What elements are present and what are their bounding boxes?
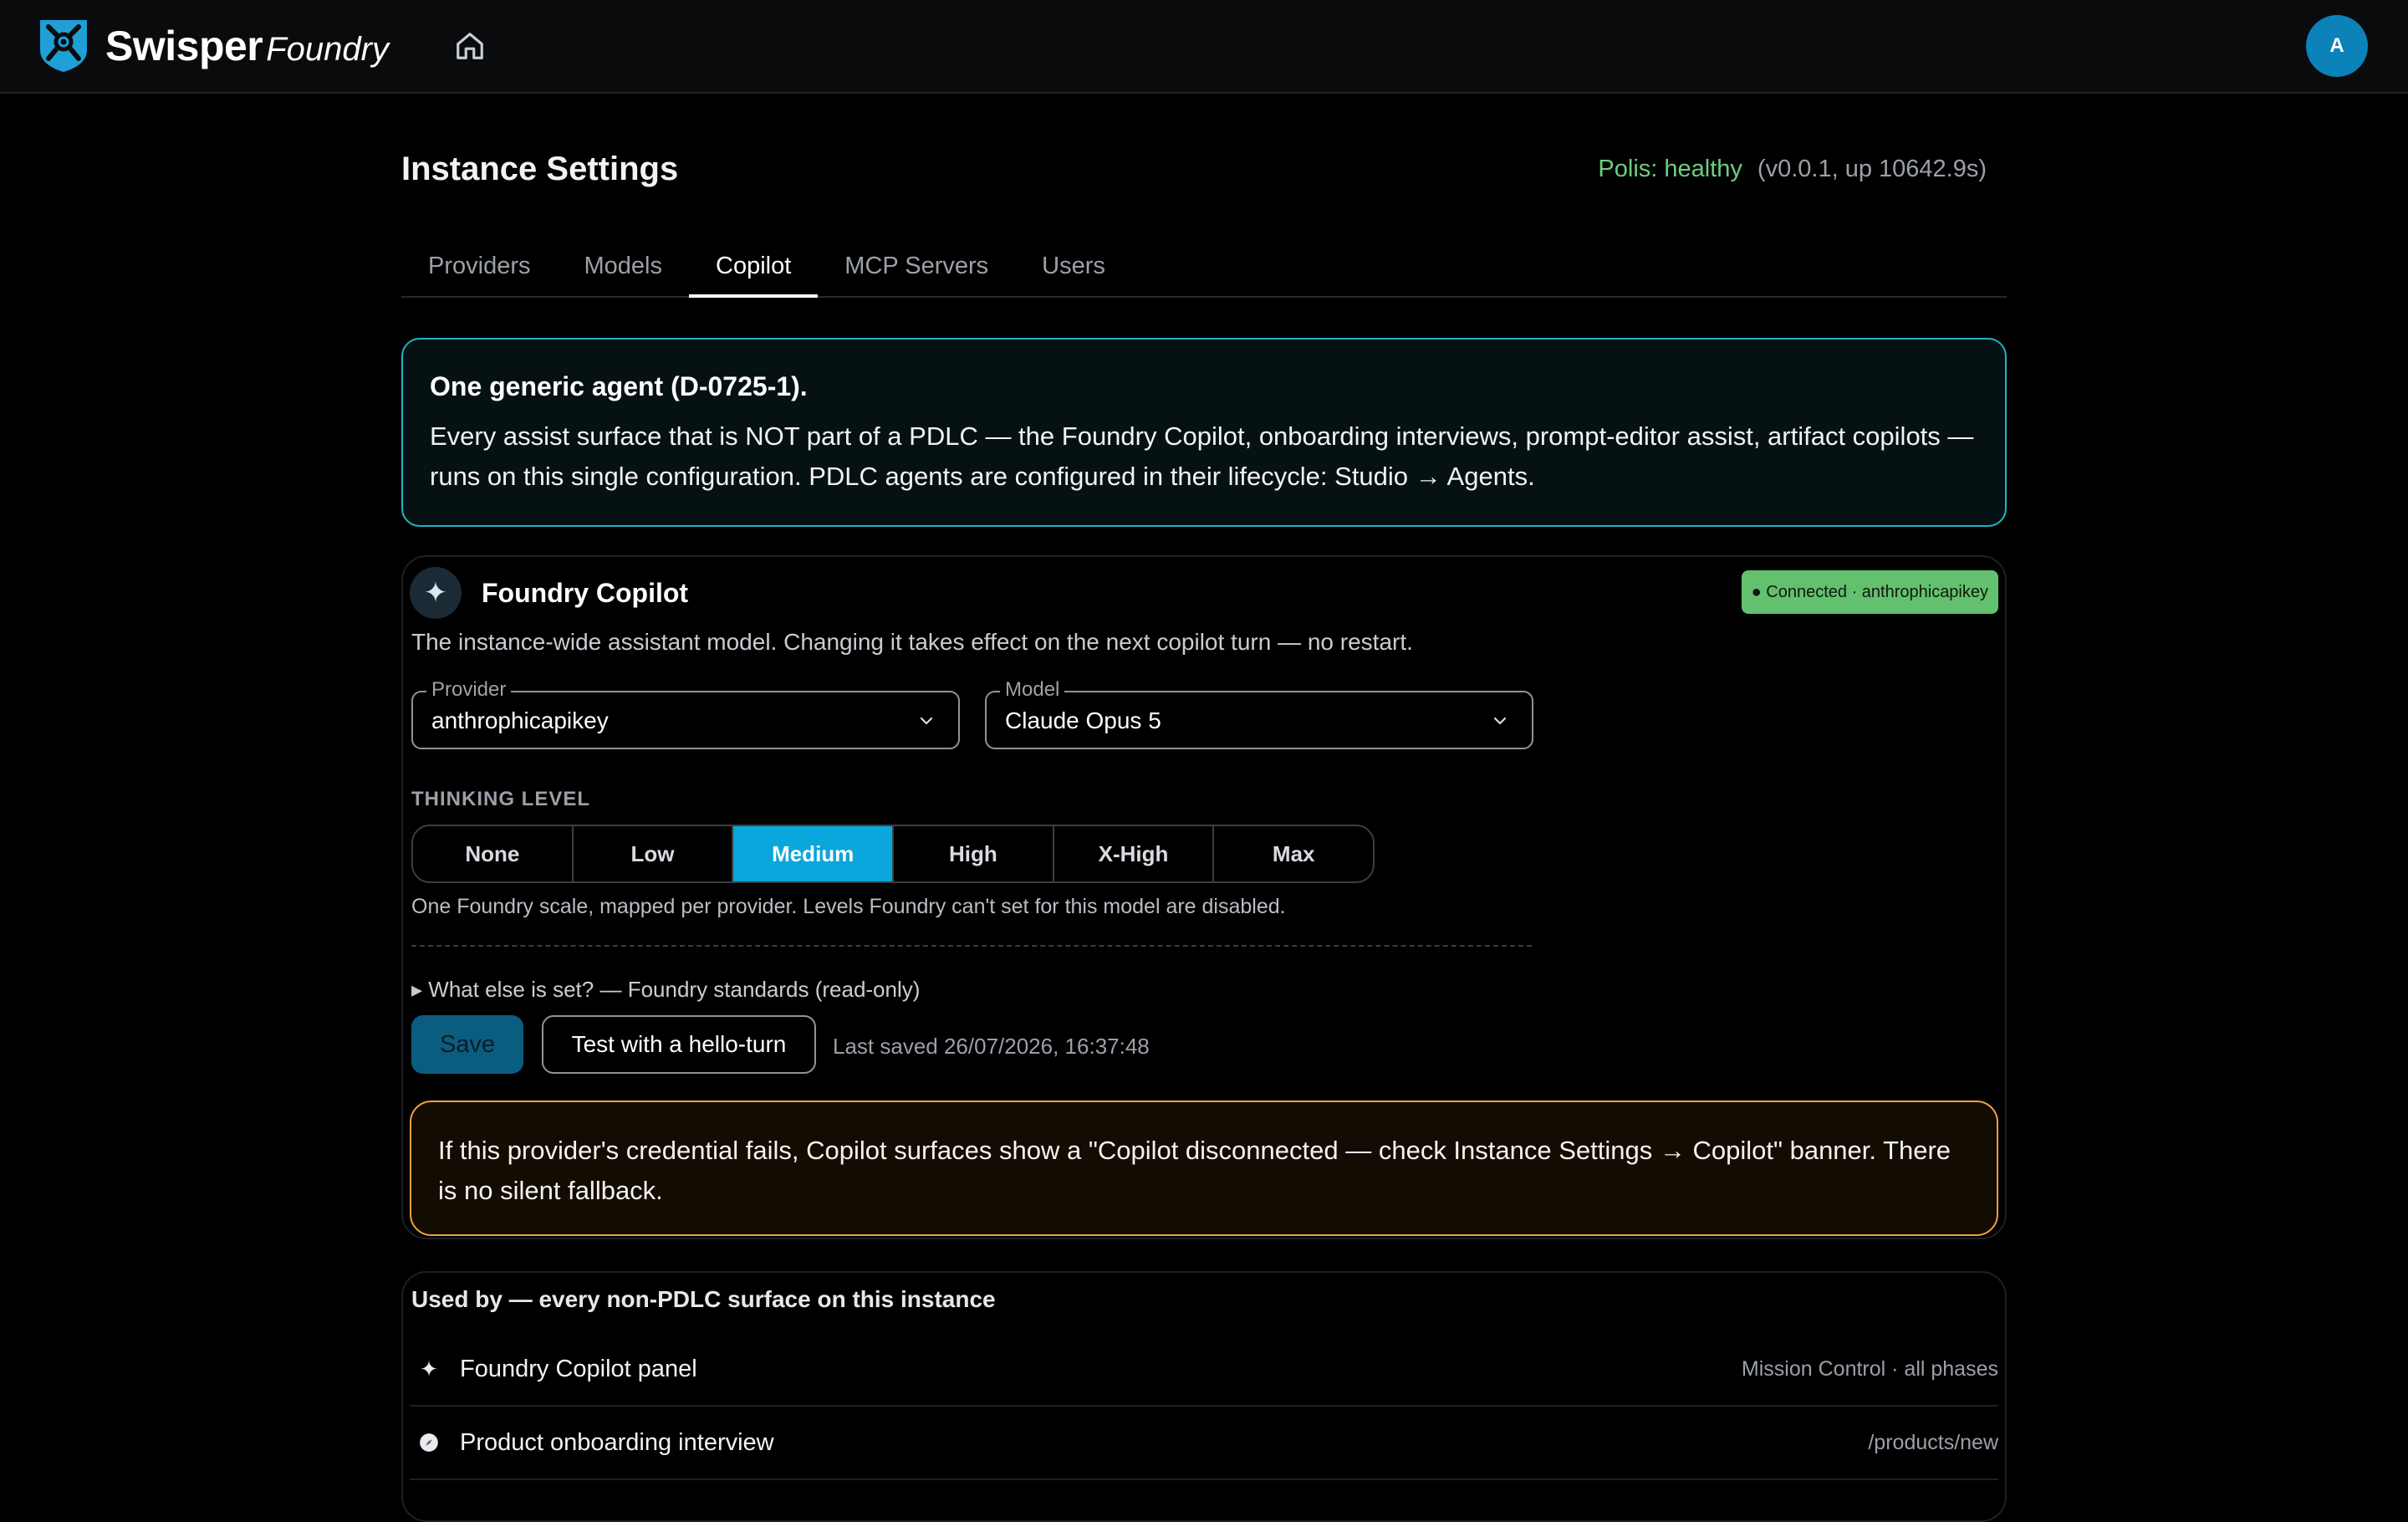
last-saved-timestamp: Last saved 26/07/2026, 16:37:48	[833, 1034, 1150, 1059]
provider-value: anthrophicapikey	[431, 707, 609, 733]
copilot-card: ✦ Foundry Copilot ● Connected · anthroph…	[401, 555, 2007, 1239]
tab-users[interactable]: Users	[1015, 236, 1132, 296]
top-bar: Swisper Foundry A	[0, 0, 2408, 94]
standards-disclosure[interactable]: ▸ What else is set? — Foundry standards …	[411, 977, 920, 1003]
thinking-option-medium[interactable]: Medium	[733, 826, 895, 881]
used-by-label: Product onboarding interview	[460, 1428, 774, 1456]
provider-select[interactable]: Provider anthrophicapikey	[411, 677, 960, 749]
fallback-warning-banner: If this provider's credential fails, Cop…	[410, 1101, 1998, 1236]
used-by-label: Foundry Copilot panel	[460, 1355, 697, 1382]
save-button[interactable]: Save	[411, 1015, 523, 1074]
thinking-option-high[interactable]: High	[894, 826, 1054, 881]
brand-name: Swisper	[105, 23, 263, 69]
used-by-card: Used by — every non-PDLC surface on this…	[401, 1271, 2007, 1522]
model-select[interactable]: Model Claude Opus 5	[985, 677, 1533, 749]
user-avatar[interactable]: A	[2306, 15, 2368, 77]
section-divider	[411, 945, 1532, 947]
used-by-location: Mission Control · all phases	[1741, 1356, 1998, 1381]
provider-label: Provider	[426, 677, 512, 702]
brand-wordmark[interactable]: Swisper Foundry	[105, 18, 389, 74]
used-by-location: /products/new	[1868, 1430, 1998, 1454]
sparkle-icon: ✦	[410, 567, 462, 619]
model-value: Claude Opus 5	[1005, 707, 1161, 733]
info-banner: One generic agent (D-0725-1). Every assi…	[401, 338, 2007, 527]
version-uptime: (v0.0.1, up 10642.9s)	[1757, 156, 1987, 182]
tab-mcp-servers[interactable]: MCP Servers	[818, 236, 1015, 296]
connection-status-badge: ● Connected · anthrophicapikey	[1741, 570, 1998, 614]
list-item[interactable]: Product onboarding interview /products/n…	[410, 1407, 1998, 1480]
tab-models[interactable]: Models	[558, 236, 690, 296]
thinking-option-none[interactable]: None	[413, 826, 574, 881]
health-status-text: Polis: healthy	[1598, 156, 1742, 182]
thinking-level-help: One Foundry scale, mapped per provider. …	[411, 895, 1286, 918]
health-status: Polis: healthy (v0.0.1, up 10642.9s)	[1598, 156, 1987, 183]
chevron-down-icon	[916, 711, 936, 735]
copilot-card-header: ✦ Foundry Copilot	[410, 567, 688, 619]
thinking-level-selector: None Low Medium High X-High Max	[411, 825, 1375, 883]
thinking-option-low[interactable]: Low	[574, 826, 734, 881]
thinking-option-max[interactable]: Max	[1214, 826, 1373, 881]
thinking-level-label: THINKING LEVEL	[411, 788, 591, 810]
brand-product: Foundry	[266, 31, 389, 68]
page-title: Instance Settings	[401, 151, 679, 187]
settings-tabs: Providers Models Copilot MCP Servers Use…	[401, 236, 2007, 298]
copilot-card-title: Foundry Copilot	[482, 577, 689, 608]
used-by-title: Used by — every non-PDLC surface on this…	[411, 1286, 996, 1312]
tab-providers[interactable]: Providers	[401, 236, 558, 296]
home-icon[interactable]	[450, 27, 490, 65]
sparkle-icon: ✦	[420, 1356, 438, 1382]
chevron-down-icon	[1490, 711, 1510, 735]
list-item[interactable]: ✦ Foundry Copilot panel Mission Control …	[410, 1333, 1998, 1407]
info-banner-body: Every assist surface that is NOT part of…	[430, 421, 1974, 491]
compass-icon	[410, 1432, 448, 1453]
copilot-description: The instance-wide assistant model. Chang…	[411, 629, 1413, 655]
thinking-option-x-high[interactable]: X-High	[1054, 826, 1215, 881]
test-hello-turn-button[interactable]: Test with a hello-turn	[542, 1015, 816, 1074]
info-banner-title: One generic agent (D-0725-1).	[430, 371, 808, 401]
swisper-logo-icon[interactable]	[37, 17, 90, 74]
model-label: Model	[1000, 677, 1065, 702]
tab-copilot[interactable]: Copilot	[689, 236, 819, 298]
